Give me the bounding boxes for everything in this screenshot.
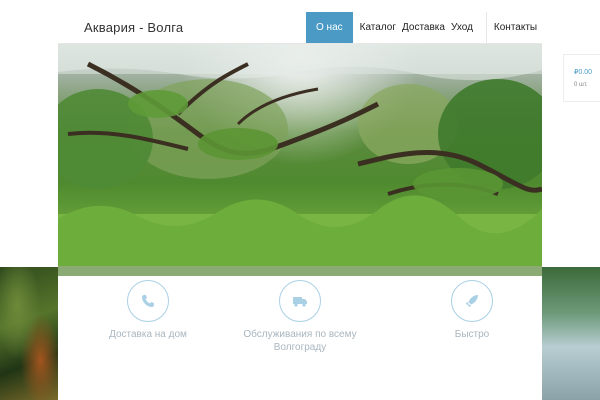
feature-service-area: Обслуживания по всему Волгограду — [240, 280, 360, 354]
nav-item-contacts[interactable]: Контакты — [491, 12, 547, 43]
feature-icon-circle — [279, 280, 321, 322]
main-nav: О нас Каталог Доставка Уход Контакты — [306, 12, 547, 43]
feature-delivery-text: Доставка на дом — [109, 329, 187, 340]
nav-item-delivery[interactable]: Доставка — [399, 12, 448, 43]
site-header: Аквария - Волга О нас Каталог Доставка У… — [58, 12, 542, 44]
feature-fast: Быстро — [418, 280, 526, 341]
feature-service-area-text: Обслуживания по всему Волгограду — [243, 329, 357, 353]
nav-item-catalog[interactable]: Каталог — [353, 12, 399, 43]
background-photo-left — [0, 267, 58, 400]
rocket-icon — [466, 295, 478, 307]
nav-divider — [485, 12, 487, 43]
hero-aquarium-image — [58, 44, 542, 276]
mini-cart[interactable]: ₽0.00 0 шт. — [563, 54, 600, 102]
feature-icon-circle — [127, 280, 169, 322]
feature-icon-circle — [451, 280, 493, 322]
features-row: Доставка на дом Обслуживания по всему Во… — [58, 278, 542, 398]
cart-count: 0 шт. — [574, 82, 588, 88]
background-photo-right — [542, 267, 600, 400]
site-logo[interactable]: Аквария - Волга — [84, 20, 183, 35]
aquascape-illustration — [58, 44, 542, 276]
truck-icon — [293, 297, 307, 307]
feature-fast-text: Быстро — [454, 329, 490, 340]
phone-icon — [142, 295, 154, 307]
nav-item-about[interactable]: О нас — [306, 12, 353, 43]
feature-delivery: Доставка на дом — [106, 280, 190, 341]
nav-item-care[interactable]: Уход — [448, 12, 476, 43]
cart-total: ₽0.00 — [574, 69, 593, 76]
main-panel: Аквария - Волга О нас Каталог Доставка У… — [58, 12, 542, 400]
